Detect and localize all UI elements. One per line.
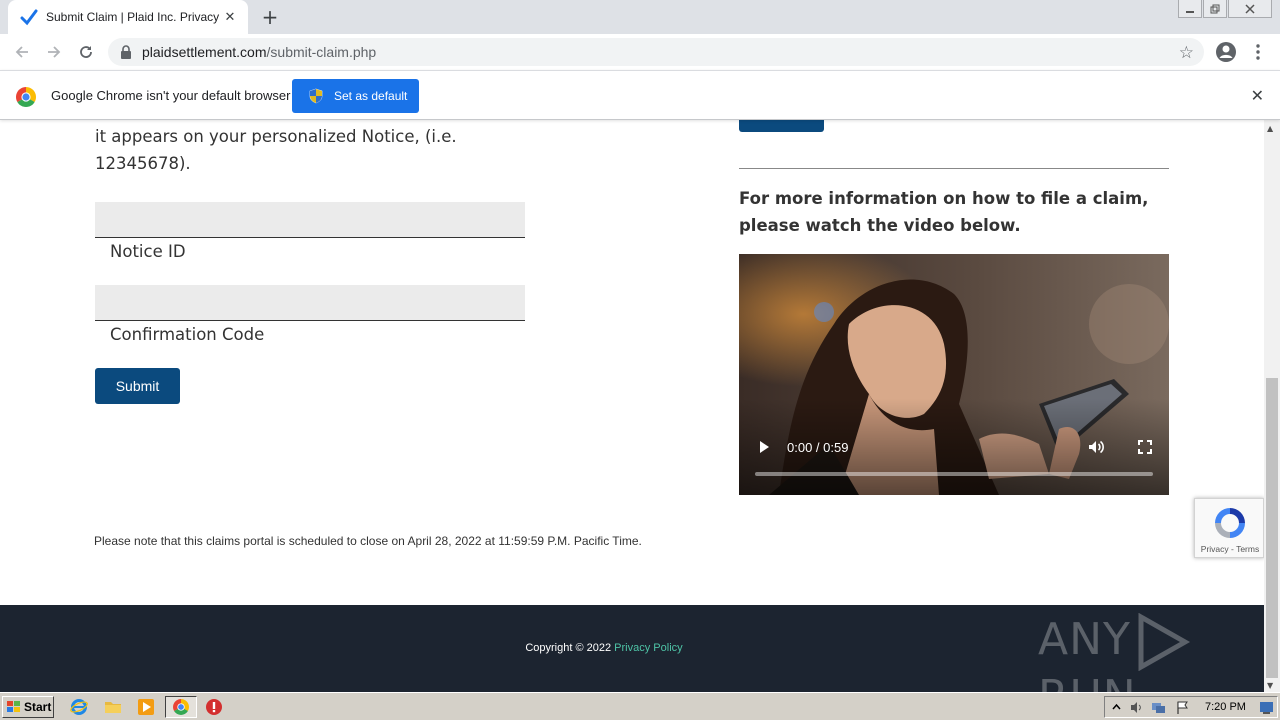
action-center-flag-icon[interactable] xyxy=(1175,700,1190,715)
address-bar[interactable]: plaidsettlement.com/submit-claim.php ☆ xyxy=(108,38,1204,66)
reload-icon[interactable] xyxy=(74,40,98,64)
video-time: 0:00 / 0:59 xyxy=(787,440,849,455)
start-label: Start xyxy=(24,700,52,714)
window-controls xyxy=(1177,0,1272,20)
screen: Submit Claim | Plaid Inc. Privacy Litiga… xyxy=(0,0,1280,720)
site-footer: Copyright © 2022 Privacy Policy ANYRUN xyxy=(0,605,1264,692)
uac-shield-icon xyxy=(309,88,323,104)
network-icon[interactable] xyxy=(1151,700,1166,715)
infobar-message: Google Chrome isn't your default browser xyxy=(51,88,291,103)
new-tab-button[interactable]: + xyxy=(258,5,282,29)
scroll-thumb[interactable] xyxy=(1266,378,1278,678)
set-as-default-label: Set as default xyxy=(334,89,408,103)
anyrun-watermark: ANYRUN xyxy=(1038,613,1264,692)
start-button[interactable]: Start xyxy=(2,696,54,718)
recaptcha-links[interactable]: Privacy - Terms xyxy=(1195,544,1265,554)
fullscreen-icon[interactable] xyxy=(1138,440,1152,454)
copyright-text: Copyright © 2022 Privacy Policy xyxy=(525,642,683,654)
notice-id-input[interactable] xyxy=(95,202,525,238)
video-progress-bar[interactable] xyxy=(755,472,1153,476)
recaptcha-badge[interactable]: Privacy - Terms xyxy=(1194,498,1264,558)
lock-icon xyxy=(121,45,131,59)
play-icon[interactable] xyxy=(757,440,771,454)
chrome-taskbar-icon xyxy=(173,699,189,715)
submit-button[interactable]: Submit xyxy=(95,368,180,404)
chrome-logo-icon xyxy=(16,87,36,107)
default-browser-infobar: Google Chrome isn't your default browser… xyxy=(0,70,1280,120)
windows-taskbar: Start 7:20 PM xyxy=(0,692,1280,720)
scroll-up-icon[interactable]: ▲ xyxy=(1267,124,1273,133)
file-explorer-icon[interactable] xyxy=(104,698,122,716)
tray-expand-icon[interactable] xyxy=(1109,700,1124,715)
profile-avatar-icon[interactable] xyxy=(1214,40,1238,64)
scroll-down-icon[interactable]: ▼ xyxy=(1267,681,1273,690)
browser-tab[interactable]: Submit Claim | Plaid Inc. Privacy Litiga… xyxy=(8,0,248,34)
checkmark-favicon-icon xyxy=(20,9,38,26)
page-viewport: it appears on your personalized Notice, … xyxy=(0,120,1264,692)
confirmation-code-input[interactable] xyxy=(95,285,525,321)
media-player-icon[interactable] xyxy=(137,698,155,716)
back-icon[interactable] xyxy=(10,40,34,64)
form-instructions: it appears on your personalized Notice, … xyxy=(95,127,457,173)
confirmation-code-label: Confirmation Code xyxy=(110,325,265,344)
show-desktop-icon[interactable] xyxy=(1259,700,1274,715)
tab-close-icon[interactable]: ✕ xyxy=(222,9,238,25)
minimize-icon[interactable] xyxy=(1178,0,1202,18)
video-heading: For more information on how to file a cl… xyxy=(739,189,1149,235)
tab-title: Submit Claim | Plaid Inc. Privacy Litiga… xyxy=(46,10,222,24)
video-poster-image xyxy=(739,254,1169,495)
url-text: plaidsettlement.com/submit-claim.php xyxy=(142,44,377,60)
recaptcha-logo-icon xyxy=(1215,508,1245,538)
menu-kebab-icon[interactable] xyxy=(1246,40,1270,64)
browser-toolbar: plaidsettlement.com/submit-claim.php ☆ xyxy=(0,34,1280,70)
closing-notice: Please note that this claims portal is s… xyxy=(94,534,642,548)
chrome-taskbar-button[interactable] xyxy=(165,696,197,718)
page-scrollbar[interactable]: ▲ ▼ xyxy=(1264,120,1280,692)
internet-explorer-icon[interactable] xyxy=(70,698,88,716)
volume-icon[interactable] xyxy=(1087,438,1105,456)
stop-sign-icon[interactable] xyxy=(205,698,223,716)
window-close-icon[interactable] xyxy=(1228,0,1272,18)
restore-icon[interactable] xyxy=(1203,0,1227,18)
speaker-icon[interactable] xyxy=(1129,700,1144,715)
windows-flag-icon xyxy=(7,701,20,712)
system-tray: 7:20 PM xyxy=(1104,696,1278,718)
watermark-play-icon xyxy=(1138,613,1190,671)
bookmark-star-icon[interactable]: ☆ xyxy=(1179,43,1194,63)
set-as-default-button[interactable]: Set as default xyxy=(292,79,419,113)
forward-icon[interactable] xyxy=(42,40,66,64)
tab-strip: Submit Claim | Plaid Inc. Privacy Litiga… xyxy=(0,0,1280,34)
partially-visible-button[interactable] xyxy=(739,120,824,132)
taskbar-clock[interactable]: 7:20 PM xyxy=(1205,701,1246,713)
infobar-close-icon[interactable]: ✕ xyxy=(1251,86,1264,105)
privacy-policy-link[interactable]: Privacy Policy xyxy=(614,642,682,654)
claim-video-player[interactable]: 0:00 / 0:59 xyxy=(739,254,1169,495)
section-divider xyxy=(739,168,1169,169)
notice-id-label: Notice ID xyxy=(110,242,186,261)
